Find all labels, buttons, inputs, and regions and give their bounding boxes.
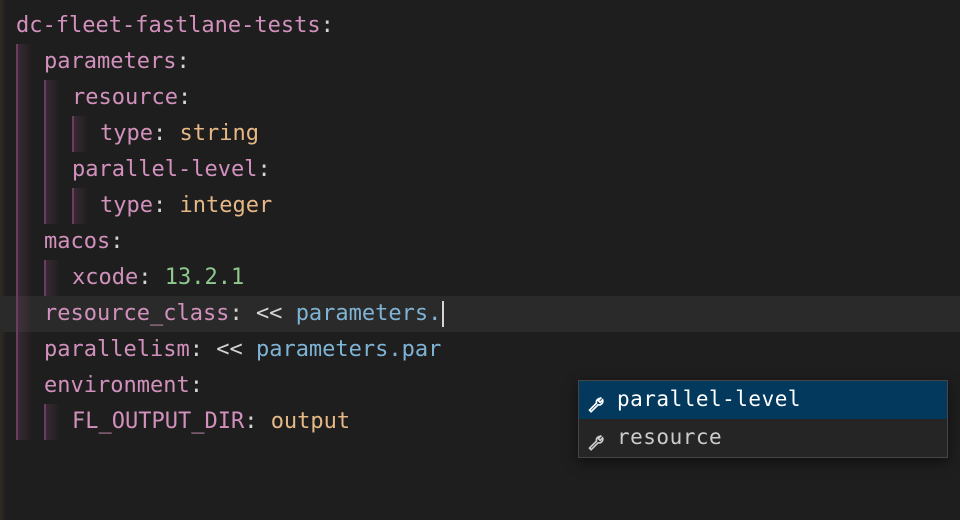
parameters-ref: parameters. bbox=[296, 296, 442, 331]
param-partial: par bbox=[402, 332, 442, 367]
yaml-value: string bbox=[179, 116, 258, 151]
indent-guide bbox=[16, 116, 44, 152]
yaml-key: resource bbox=[72, 80, 178, 115]
yaml-key: FL_OUTPUT_DIR bbox=[72, 404, 244, 439]
indent-guide bbox=[44, 404, 72, 440]
code-editor[interactable]: dc-fleet-fastlane-tests: parameters: res… bbox=[0, 0, 960, 440]
code-line[interactable]: xcode: 13.2.1 bbox=[0, 260, 960, 296]
yaml-key: parallel-level bbox=[72, 152, 257, 187]
indent-guide bbox=[16, 368, 44, 404]
indent-guide bbox=[16, 296, 44, 332]
yaml-value: integer bbox=[179, 188, 272, 223]
indent-guide bbox=[44, 116, 72, 152]
code-line[interactable]: type: integer bbox=[0, 188, 960, 224]
autocomplete-item-parallel-level[interactable]: parallel-level bbox=[579, 381, 947, 419]
template-open: << bbox=[216, 332, 256, 367]
code-line[interactable]: parallel-level: bbox=[0, 152, 960, 188]
yaml-key: type bbox=[100, 116, 153, 151]
parameters-ref: parameters. bbox=[256, 332, 402, 367]
text-cursor bbox=[442, 301, 444, 327]
indent-guide bbox=[44, 80, 72, 116]
autocomplete-popup[interactable]: parallel-level resource bbox=[578, 380, 948, 458]
code-line[interactable]: parallelism: << parameters.par bbox=[0, 332, 960, 368]
code-line[interactable]: type: string bbox=[0, 116, 960, 152]
code-line[interactable]: parameters: bbox=[0, 44, 960, 80]
indent-guide bbox=[16, 152, 44, 188]
code-line-current[interactable]: resource_class: << parameters. bbox=[0, 296, 960, 332]
autocomplete-label: parallel-level bbox=[617, 383, 801, 417]
indent-guide bbox=[72, 188, 100, 224]
indent-guide bbox=[44, 188, 72, 224]
wrench-icon bbox=[587, 390, 607, 410]
yaml-key: environment bbox=[44, 368, 190, 403]
indent-guide bbox=[44, 152, 72, 188]
indent-guide bbox=[16, 44, 44, 80]
indent-guide bbox=[16, 404, 44, 440]
yaml-key: type bbox=[100, 188, 153, 223]
autocomplete-label: resource bbox=[617, 421, 722, 455]
indent-guide bbox=[16, 80, 44, 116]
indent-guide bbox=[16, 224, 44, 260]
yaml-key: macos bbox=[44, 224, 110, 259]
yaml-key: parallelism bbox=[44, 332, 190, 367]
yaml-key: dc-fleet-fastlane-tests bbox=[16, 8, 321, 43]
indent-guide bbox=[16, 260, 44, 296]
indent-guide bbox=[44, 260, 72, 296]
wrench-icon bbox=[587, 428, 607, 448]
autocomplete-item-resource[interactable]: resource bbox=[579, 419, 947, 457]
indent-guide bbox=[16, 332, 44, 368]
code-line[interactable]: resource: bbox=[0, 80, 960, 116]
indent-guide bbox=[72, 116, 100, 152]
code-line[interactable]: dc-fleet-fastlane-tests: bbox=[0, 8, 960, 44]
yaml-key: parameters bbox=[44, 44, 176, 79]
indent-guide bbox=[16, 188, 44, 224]
yaml-key: resource_class bbox=[44, 296, 229, 331]
code-line[interactable]: macos: bbox=[0, 224, 960, 260]
template-open: << bbox=[256, 296, 296, 331]
yaml-value: 13.2.1 bbox=[165, 260, 244, 295]
yaml-key: xcode bbox=[72, 260, 138, 295]
yaml-value: output bbox=[271, 404, 350, 439]
